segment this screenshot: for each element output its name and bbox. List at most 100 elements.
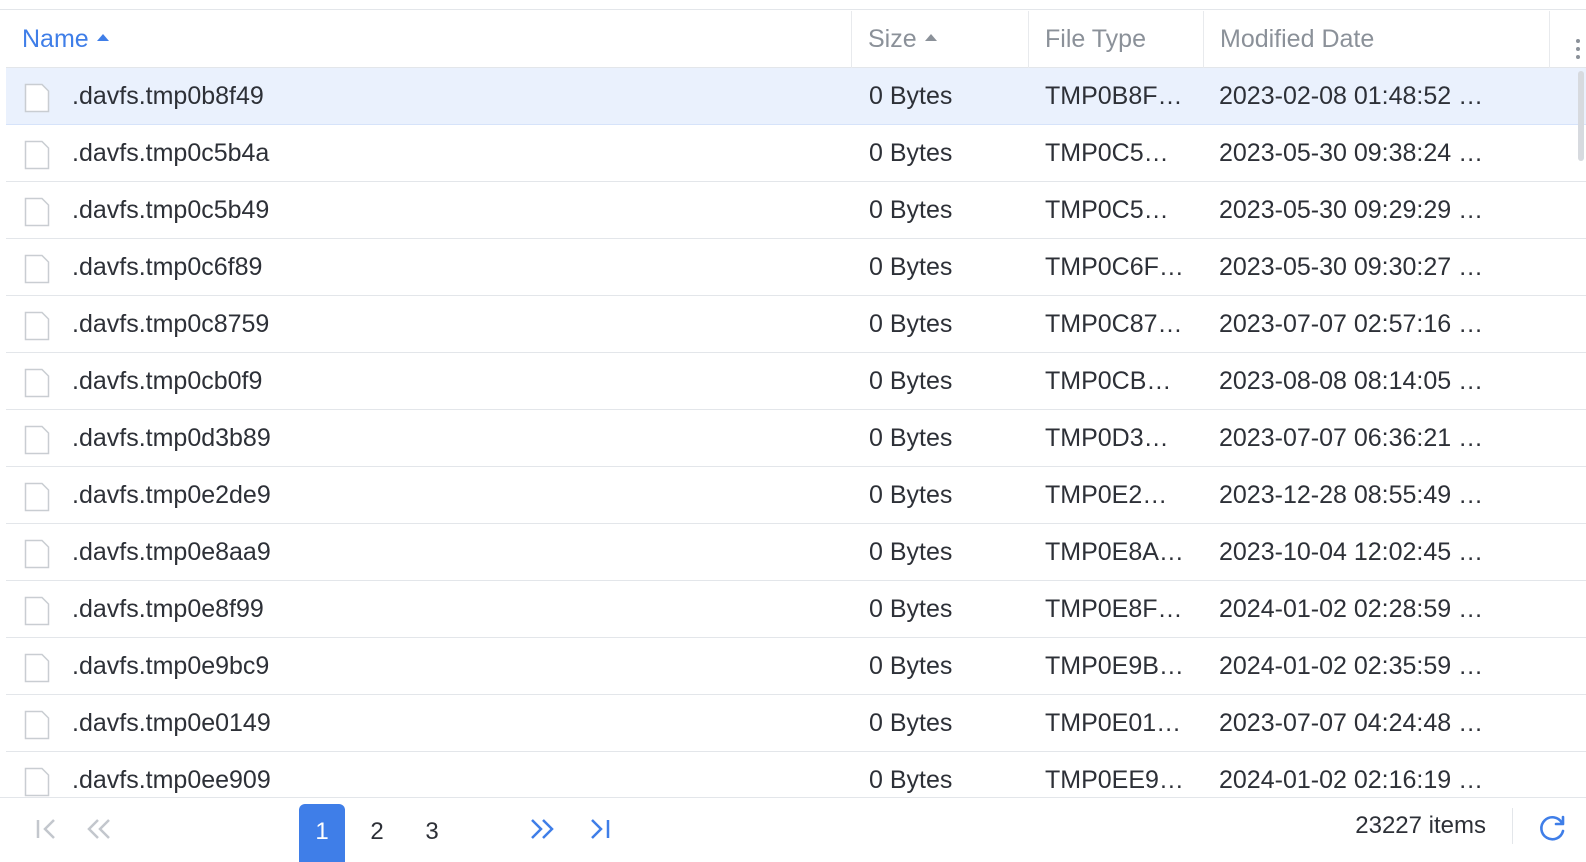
file-name-cell: .davfs.tmp0e8f99 <box>72 595 264 623</box>
file-name-cell: .davfs.tmp0b8f49 <box>72 82 264 110</box>
modified-date-cell: 2023-07-07 04:24:48 … <box>1219 709 1484 737</box>
modified-date-cell: 2023-05-30 09:30:27 … <box>1219 253 1484 281</box>
table-row[interactable]: .davfs.tmp0ee909 0 Bytes TMP0EE9… 2024-01-0… <box>6 752 1586 797</box>
file-type-cell: TMP0E8A… <box>1045 538 1184 566</box>
file-type-cell: TMP0EE9… <box>1045 766 1184 794</box>
pagination-bar: 1 2 3 23227 items <box>0 797 1586 862</box>
next-page-button[interactable] <box>524 804 560 862</box>
file-type-cell: TMP0E01… <box>1045 709 1182 737</box>
file-size-cell: 0 Bytes <box>869 595 953 623</box>
file-name-cell: .davfs.tmp0d3b89 <box>72 424 271 452</box>
file-size-cell: 0 Bytes <box>869 538 953 566</box>
file-type-cell: TMP0CB… <box>1045 367 1172 395</box>
vertical-scrollbar[interactable] <box>1566 11 1586 797</box>
file-icon <box>24 197 50 227</box>
file-name-cell: .davfs.tmp0c5b49 <box>72 196 270 224</box>
modified-date-cell: 2023-10-04 12:02:45 … <box>1219 538 1484 566</box>
file-name-cell: .davfs.tmp0e0149 <box>72 709 271 737</box>
modified-date-cell: 2023-12-28 08:55:49 … <box>1219 481 1484 509</box>
column-resize-handle[interactable] <box>1203 11 1204 68</box>
file-icon <box>24 83 50 113</box>
file-icon <box>24 425 50 455</box>
last-page-icon <box>591 819 610 839</box>
file-type-cell: TMP0E9B… <box>1045 652 1184 680</box>
page-button-2[interactable]: 2 <box>354 804 400 862</box>
table-row[interactable]: .davfs.tmp0b8f49 0 Bytes TMP0B8F… 2023-02-0… <box>6 68 1586 125</box>
prev-page-icon <box>87 819 110 839</box>
modified-date-cell: 2023-07-07 02:57:16 … <box>1219 310 1484 338</box>
modified-date-cell: 2023-02-08 01:48:52 … <box>1219 82 1484 110</box>
table-row[interactable]: .davfs.tmp0c6f89 0 Bytes TMP0C6F… 2023-05-3… <box>6 239 1586 296</box>
items-count: 23227 items <box>1355 812 1486 839</box>
more-vertical-icon[interactable] <box>1576 39 1580 59</box>
file-size-cell: 0 Bytes <box>869 196 953 224</box>
file-name-cell: .davfs.tmp0c5b4a <box>72 139 270 167</box>
footer-divider <box>1512 808 1513 844</box>
file-icon <box>24 539 50 569</box>
column-resize-handle[interactable] <box>1549 11 1550 68</box>
modified-date-cell: 2024-01-02 02:35:59 … <box>1219 652 1484 680</box>
table-row[interactable]: .davfs.tmp0cb0f9 0 Bytes TMP0CB… 2023-08-08… <box>6 353 1586 410</box>
file-icon <box>24 311 50 341</box>
file-icon <box>24 710 50 740</box>
file-icon <box>24 482 50 512</box>
column-header-modified-date-label: Modified Date <box>1220 25 1375 53</box>
file-icon <box>24 767 50 797</box>
first-page-icon <box>36 819 55 839</box>
modified-date-cell: 2023-08-08 08:14:05 … <box>1219 367 1484 395</box>
next-page-icon <box>531 819 554 839</box>
file-size-cell: 0 Bytes <box>869 709 953 737</box>
file-size-cell: 0 Bytes <box>869 652 953 680</box>
file-type-cell: TMP0E8F… <box>1045 595 1183 623</box>
file-size-cell: 0 Bytes <box>869 424 953 452</box>
previous-page-button[interactable] <box>82 804 116 862</box>
table-row[interactable]: .davfs.tmp0e8aa9 0 Bytes TMP0E8A… 2023-10-0… <box>6 524 1586 581</box>
column-header-name-label: Name <box>22 25 89 53</box>
column-header-modified-date[interactable]: Modified Date <box>1220 11 1374 68</box>
page-button-3[interactable]: 3 <box>409 804 455 862</box>
file-name-cell: .davfs.tmp0cb0f9 <box>72 367 263 395</box>
top-border <box>0 0 1586 10</box>
page-button-1[interactable]: 1 <box>299 804 345 862</box>
scrollbar-thumb[interactable] <box>1578 71 1584 161</box>
column-resize-handle[interactable] <box>851 11 852 68</box>
table-row[interactable]: .davfs.tmp0d3b89 0 Bytes TMP0D3… 2023-07-07… <box>6 410 1586 467</box>
file-name-cell: .davfs.tmp0e9bc9 <box>72 652 270 680</box>
modified-date-cell: 2024-01-02 02:28:59 … <box>1219 595 1484 623</box>
modified-date-cell: 2023-05-30 09:29:29 … <box>1219 196 1484 224</box>
modified-date-cell: 2023-07-07 06:36:21 … <box>1219 424 1484 452</box>
refresh-button[interactable] <box>1538 814 1568 844</box>
file-name-cell: .davfs.tmp0c8759 <box>72 310 270 338</box>
sort-ascending-icon <box>924 34 937 41</box>
file-name-cell: .davfs.tmp0ee909 <box>72 766 271 794</box>
file-name-cell: .davfs.tmp0e2de9 <box>72 481 271 509</box>
file-size-cell: 0 Bytes <box>869 310 953 338</box>
table-row[interactable]: .davfs.tmp0e0149 0 Bytes TMP0E01… 2023-07-0… <box>6 695 1586 752</box>
file-size-cell: 0 Bytes <box>869 253 953 281</box>
column-header-name[interactable]: Name <box>22 11 109 68</box>
file-type-cell: TMP0D3… <box>1045 424 1169 452</box>
table-row[interactable]: .davfs.tmp0e8f99 0 Bytes TMP0E8F… 2024-01-0… <box>6 581 1586 638</box>
file-type-cell: TMP0C87… <box>1045 310 1183 338</box>
table-row[interactable]: .davfs.tmp0c5b4a 0 Bytes TMP0C5… 2023-05-30… <box>6 125 1586 182</box>
column-resize-handle[interactable] <box>1028 11 1029 68</box>
file-icon <box>24 140 50 170</box>
first-page-button[interactable] <box>30 804 64 862</box>
last-page-button[interactable] <box>582 804 616 862</box>
column-header-size[interactable]: Size <box>868 11 937 68</box>
table-row[interactable]: .davfs.tmp0e2de9 0 Bytes TMP0E2… 2023-12-28… <box>6 467 1586 524</box>
file-icon <box>24 254 50 284</box>
table-row[interactable]: .davfs.tmp0c5b49 0 Bytes TMP0C5… 2023-05-30… <box>6 182 1586 239</box>
table-row[interactable]: .davfs.tmp0e9bc9 0 Bytes TMP0E9B… 2024-01-0… <box>6 638 1586 695</box>
column-header-file-type[interactable]: File Type <box>1045 11 1146 68</box>
modified-date-cell: 2024-01-02 02:16:19 … <box>1219 766 1484 794</box>
sort-ascending-icon <box>96 34 109 41</box>
column-header-row: Name Size File Type Modified Date <box>6 11 1586 68</box>
file-size-cell: 0 Bytes <box>869 367 953 395</box>
file-size-cell: 0 Bytes <box>869 766 953 794</box>
column-header-file-type-label: File Type <box>1045 25 1146 53</box>
file-list-grid: Name Size File Type Modified Date .davfs… <box>6 11 1586 797</box>
file-type-cell: TMP0C6F… <box>1045 253 1184 281</box>
table-row[interactable]: .davfs.tmp0c8759 0 Bytes TMP0C87… 2023-07-0… <box>6 296 1586 353</box>
file-size-cell: 0 Bytes <box>869 82 953 110</box>
